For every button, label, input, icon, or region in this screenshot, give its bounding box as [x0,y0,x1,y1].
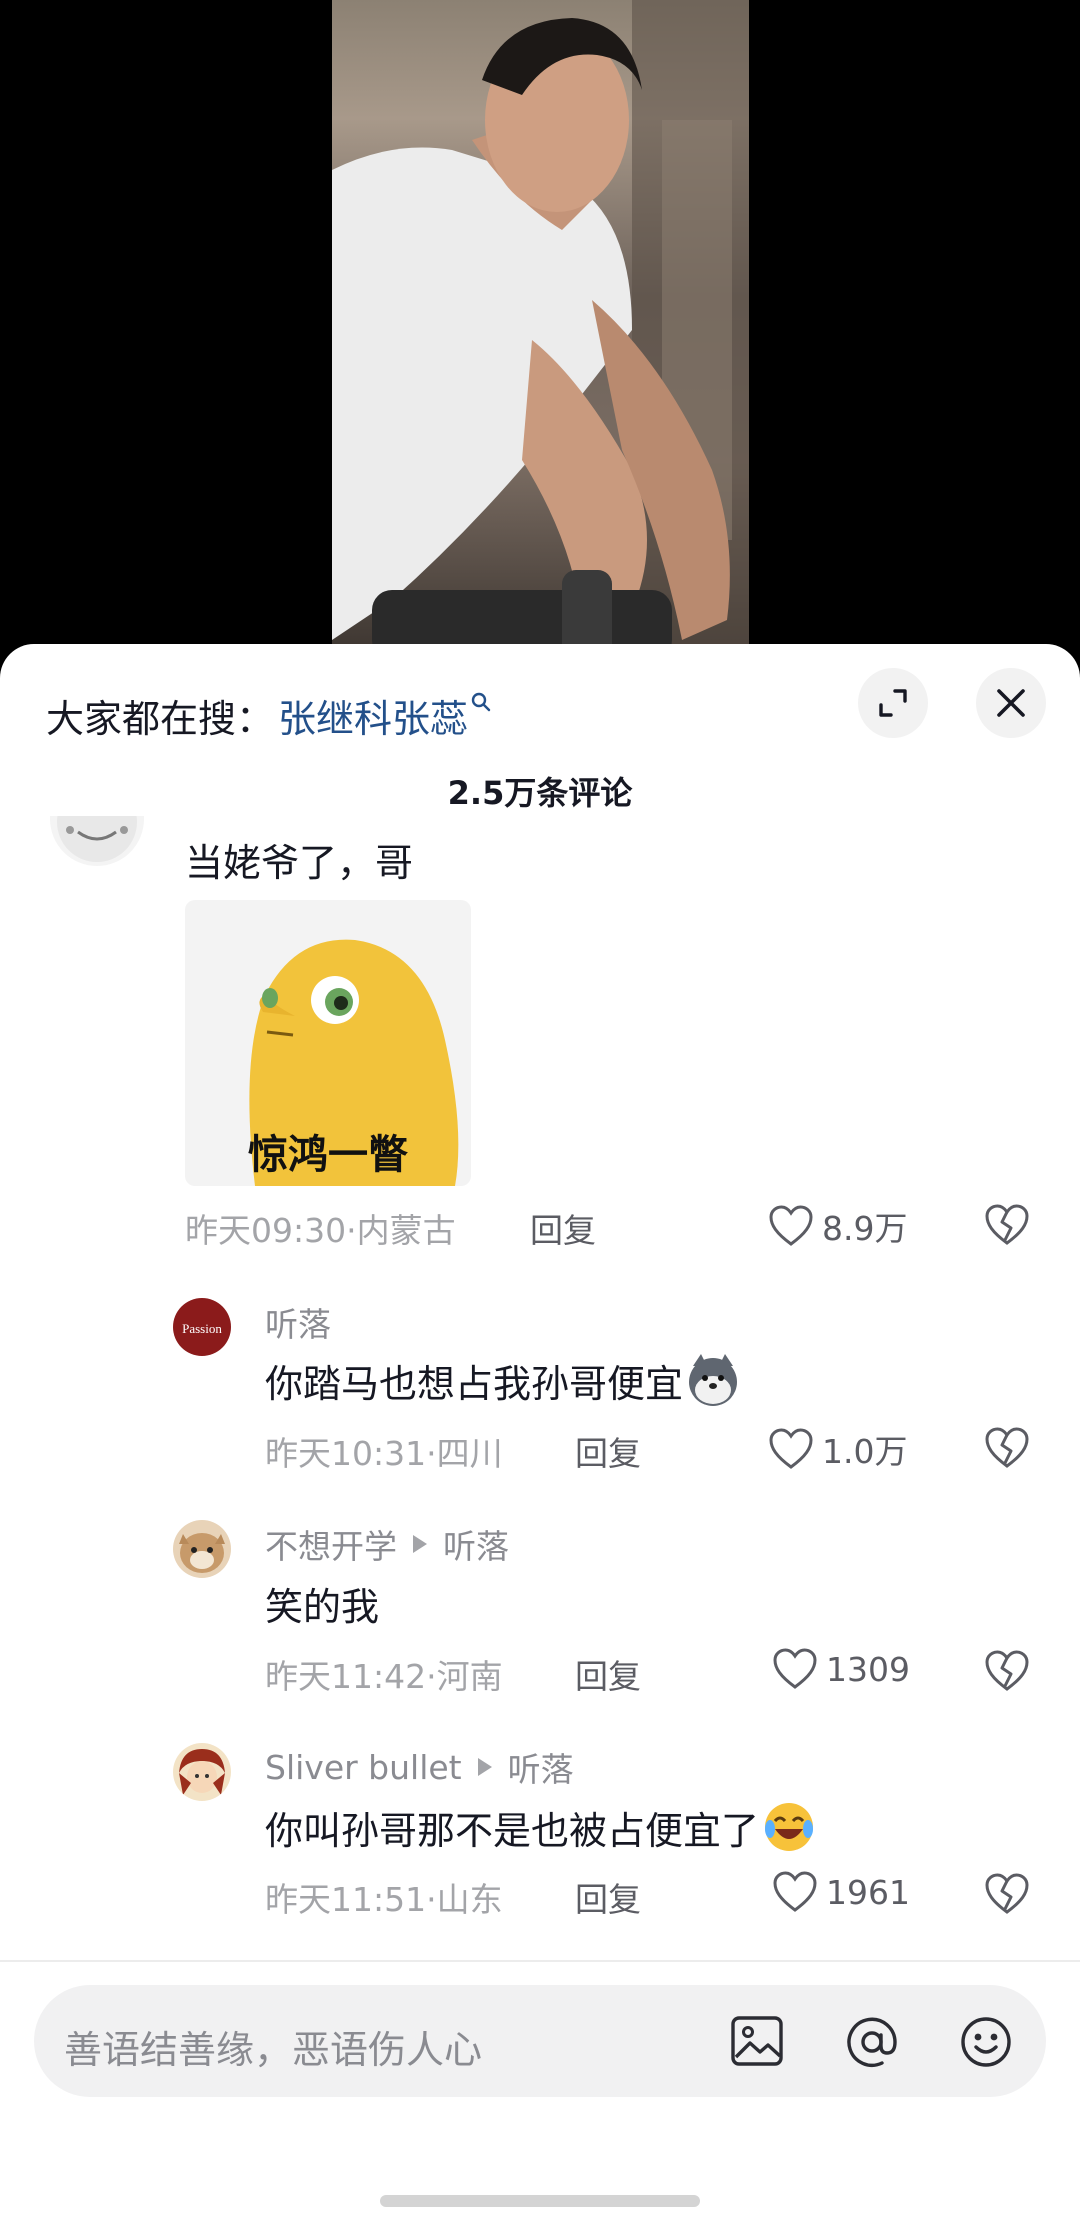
heart-icon [769,1205,813,1246]
dislike-button[interactable] [984,1650,1030,1696]
author-name[interactable]: 听落 [265,1298,331,1346]
comment-input-placeholder: 善语结善缘，恶语伤人心 [64,2028,483,2072]
heart-icon [769,1428,813,1469]
reply-arrow-icon [413,1535,427,1553]
comment-text-row: 你叫孙哥那不是也被占便宜了 [265,1799,817,1855]
avatar[interactable] [173,1743,231,1801]
comment-text-row: 你踏马也想占我孙哥便宜 [265,1352,741,1408]
like-count: 1309 [826,1649,910,1689]
divider [0,1960,1080,1962]
comment-meta: 昨天09:30·内蒙古 [185,1211,456,1250]
expand-icon [879,689,907,717]
emoji-button[interactable] [958,2015,1014,2073]
husky-emoji-icon [689,1354,738,1406]
comment-meta: 昨天11:51·山东 [265,1880,503,1919]
comment-meta: 昨天11:42·河南 [265,1657,503,1696]
like-button[interactable]: 1961 [772,1871,910,1913]
reply-button[interactable]: 回复 [575,1873,641,1921]
comment-author[interactable]: 听落 [265,1298,331,1346]
heart-icon [773,1871,817,1912]
close-button[interactable] [976,668,1046,738]
like-count: 8.9万 [822,1209,908,1248]
dislike-button[interactable] [984,1204,1030,1250]
reply-button[interactable]: 回复 [575,1650,641,1698]
trending-search-label: 大家都在搜： [46,696,275,741]
video-player[interactable] [0,0,1080,660]
avatar[interactable] [50,816,144,866]
dislike-button[interactable] [984,1873,1030,1919]
comment-input[interactable]: 善语结善缘，恶语伤人心 [34,1985,1046,2097]
reply-button[interactable]: 回复 [575,1427,641,1475]
author-name[interactable]: Sliver bullet [265,1748,462,1787]
laughing-crying-emoji-icon [765,1803,814,1851]
video-frame [332,0,749,660]
comment-text: 你叫孙哥那不是也被占便宜了 [265,1808,760,1853]
comments-count: 2.5万条评论 [447,774,633,812]
broken-heart-icon [985,1873,1029,1914]
reply-button[interactable]: 回复 [530,1204,596,1252]
comment-sticker[interactable]: 惊鸿一瞥 [185,900,471,1186]
broken-heart-icon [985,1650,1029,1691]
reply-arrow-icon [477,1758,492,1776]
sticker-caption: 惊鸿一瞥 [248,1132,408,1178]
avatar[interactable]: Passion [173,1298,231,1356]
heart-icon [773,1648,817,1689]
like-button[interactable]: 1.0万 [768,1425,907,1473]
comment-author: Sliver bullet 听落 [265,1743,574,1791]
search-icon [470,691,492,717]
comment-text: 笑的我 [265,1585,380,1629]
image-button[interactable] [730,2015,784,2071]
avatar-label: Passion [182,1321,222,1336]
like-count: 1.0万 [822,1432,908,1471]
close-icon [997,689,1025,717]
trending-search[interactable]: 大家都在搜： 张继科张蕊 [46,680,492,750]
broken-heart-icon [985,1204,1029,1245]
mention-button[interactable] [844,2015,900,2073]
like-button[interactable]: 1309 [772,1648,910,1690]
image-icon [731,2016,783,2066]
home-indicator[interactable] [380,2195,700,2207]
reply-to-name[interactable]: 听落 [508,1743,574,1791]
comment-text: 你踏马也想占我孙哥便宜 [265,1361,684,1406]
broken-heart-icon [985,1427,1029,1468]
comment-author: 不想开学 听落 [265,1520,509,1568]
comment-text: 当姥爷了，哥 [185,841,414,885]
emoji-icon [961,2017,1011,2067]
like-button[interactable]: 8.9万 [768,1202,907,1250]
trending-search-term[interactable]: 张继科张蕊 [278,688,468,743]
author-name[interactable]: 不想开学 [265,1520,397,1568]
at-icon [847,2017,897,2067]
dislike-button[interactable] [984,1427,1030,1473]
expand-button[interactable] [858,668,928,738]
reply-to-name[interactable]: 听落 [443,1520,509,1568]
avatar[interactable] [173,1520,231,1578]
comment-meta: 昨天10:31·四川 [265,1434,503,1473]
like-count: 1961 [826,1872,910,1912]
